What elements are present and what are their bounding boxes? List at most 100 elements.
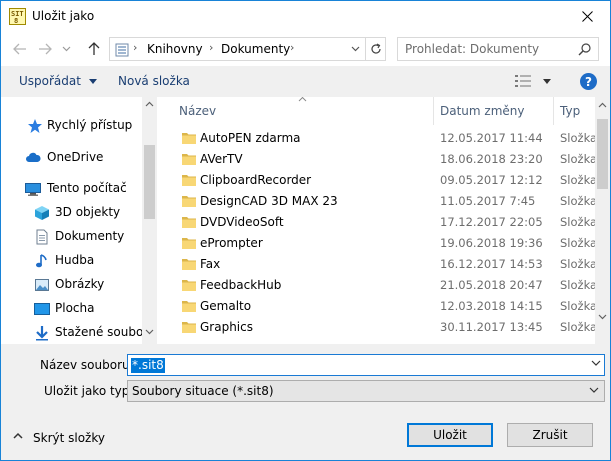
column-header-name[interactable]: Název [165,97,435,125]
up-button[interactable] [84,40,104,58]
folder-icon [182,133,196,144]
computer-icon [25,183,41,196]
file-date: 21.05.2018 20:47 [440,278,543,292]
file-date: 30.11.2017 13:45 [440,320,543,334]
recent-locations-button[interactable] [59,40,73,58]
filename-input[interactable]: *.sit8 [127,354,605,376]
folder-icon [182,301,196,312]
save-form: Název souboru: *.sit8 Uložit jako typ: S… [1,344,610,460]
search-box[interactable]: Prohledat: Dokumenty [397,37,599,61]
close-button[interactable] [564,1,610,32]
scroll-down-icon[interactable] [598,314,607,320]
sidebar-item-downloads[interactable]: Stažené soubory [1,322,155,344]
file-row[interactable]: Gemalto 12.03.2018 14:15 Složka [165,296,596,317]
scroll-down-icon[interactable] [145,329,154,335]
organize-button[interactable]: Uspořádat [19,74,97,88]
file-name: Graphics [200,320,253,334]
filename-label: Název souboru: [40,358,134,372]
file-date: 12.03.2018 14:15 [440,299,543,313]
file-type: Složka [560,131,596,145]
details-view-icon [515,75,531,87]
file-name: ePrompter [200,236,263,250]
address-bar[interactable]: › Knihovny › Dokumenty › [109,37,386,61]
sidebar-item-desktop[interactable]: Plocha [1,298,142,320]
sidebar-item-this-pc[interactable]: Tento počítač [1,178,142,200]
file-row[interactable]: ClipboardRecorder 09.05.2017 12:12 Složka [165,170,596,191]
search-icon [578,43,591,56]
sidebar-item-label: Tento počítač [47,181,127,195]
new-folder-button[interactable]: Nová složka [118,74,190,88]
file-type: Složka [560,173,596,187]
filename-value[interactable]: *.sit8 [131,358,165,373]
file-row[interactable]: Fax 16.12.2017 14:53 Složka [165,254,596,275]
file-row[interactable]: AutoPEN zdarma 12.05.2017 11:44 Složka [165,128,596,149]
sidebar-scrollbar[interactable] [142,97,157,344]
folder-icon [182,217,196,228]
file-row[interactable]: DesignCAD 3D MAX 23 11.05.2017 7:45 Složka [165,191,596,212]
title-bar: SIT 8 Uložit jako [1,1,610,32]
arrow-left-icon [13,43,26,55]
chevron-down-icon[interactable] [591,360,601,366]
pictures-icon [35,279,49,291]
window-title: Uložit jako [32,9,95,23]
sidebar-item-music[interactable]: Hudba [1,250,142,272]
chevron-down-icon [589,387,599,393]
forward-button[interactable] [35,40,55,58]
file-name: Gemalto [200,299,252,313]
folder-icon [182,154,196,165]
file-row[interactable]: Graphics 30.11.2017 13:45 Složka [165,317,596,338]
save-button[interactable]: Uložit [407,423,493,447]
file-type: Složka [560,278,596,292]
search-input[interactable]: Prohledat: Dokumenty [405,42,539,56]
change-view-button[interactable] [515,73,555,89]
back-button[interactable] [10,40,30,58]
sidebar-item-onedrive[interactable]: OneDrive [1,147,142,169]
sort-ascending-icon [298,97,307,102]
file-name: AutoPEN zdarma [200,131,301,145]
address-dropdown-button[interactable] [348,42,362,56]
sidebar-item-label: Stažené soubory [55,325,156,339]
column-header-date[interactable]: Datum změny [434,97,554,125]
cancel-button[interactable]: Zrušit [507,423,593,447]
file-row[interactable]: FeedbackHub 21.05.2018 20:47 Složka [165,275,596,296]
sidebar-item-label: Rychlý přístup [47,118,133,132]
breadcrumb-libraries[interactable]: Knihovny [147,42,203,56]
file-row[interactable]: ePrompter 19.06.2018 19:36 Složka [165,233,596,254]
file-type: Složka [560,152,596,166]
scrollbar-thumb[interactable] [597,119,608,189]
savetype-select[interactable]: Soubory situace (*.sit8) [127,380,605,402]
refresh-icon [371,43,381,54]
breadcrumb-documents[interactable]: Dokumenty [221,42,290,56]
document-icon [36,229,48,245]
file-row[interactable]: DVDVideoSoft 17.12.2017 22:05 Složka [165,212,596,233]
sidebar-item-label: Dokumenty [55,229,125,243]
scrollbar-thumb[interactable] [144,145,155,219]
scroll-up-icon[interactable] [598,102,607,108]
navigation-bar: › Knihovny › Dokumenty › Prohledat: Doku… [1,32,610,66]
sidebar-item-pictures[interactable]: Obrázky [1,274,142,296]
sidebar-item-quick-access[interactable]: Rychlý přístup [1,115,142,137]
help-button[interactable]: ? [580,73,597,90]
chevron-down-icon [62,46,70,52]
file-date: 11.05.2017 7:45 [440,194,536,208]
folder-icon [182,322,196,333]
refresh-button[interactable] [365,38,386,60]
file-date: 12.05.2017 11:44 [440,131,543,145]
file-list-scrollbar[interactable] [595,97,610,344]
library-icon [115,43,129,57]
sidebar-item-label: Obrázky [55,277,105,291]
file-name: FeedbackHub [200,278,282,292]
scroll-up-icon[interactable] [145,101,154,107]
save-as-dialog: SIT 8 Uložit jako › Knihovny › Dokumenty… [0,0,611,461]
sidebar-item-label: Hudba [55,253,95,267]
sidebar-item-documents[interactable]: Dokumenty [1,226,142,248]
sidebar-item-3d-objects[interactable]: 3D objekty [1,202,142,224]
file-date: 09.05.2017 12:12 [440,173,543,187]
file-type: Složka [560,257,596,271]
file-type: Složka [560,194,596,208]
column-header-type[interactable]: Typ [554,97,596,125]
caret-down-icon [543,79,551,84]
file-row[interactable]: AVerTV 18.06.2018 23:20 Složka [165,149,596,170]
sidebar-item-label: Plocha [55,301,95,315]
breadcrumb-separator: › [133,41,138,54]
